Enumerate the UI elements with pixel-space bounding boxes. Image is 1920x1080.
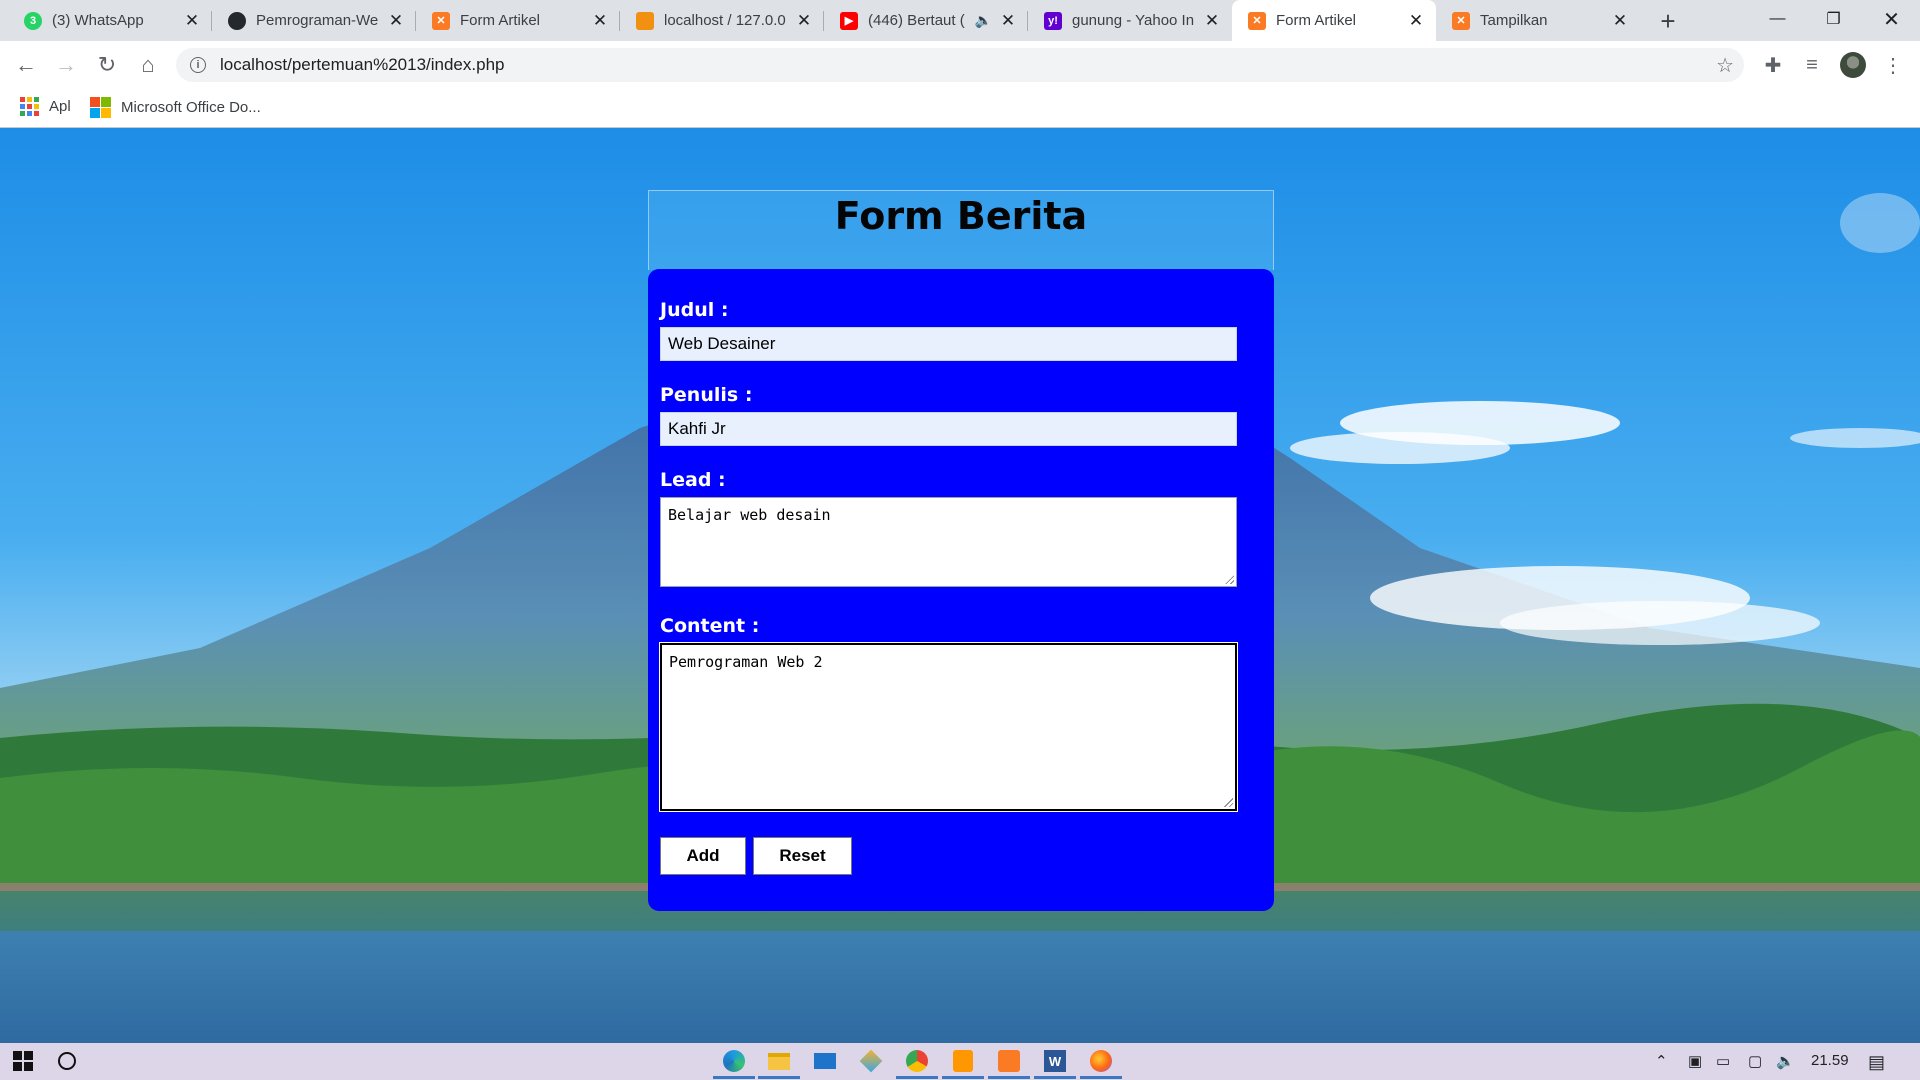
page-viewport: Form Berita Judul : Web Desainer Penulis… <box>0 128 1920 1043</box>
tab-youtube[interactable]: ▶ (446) Bertaut ( 🔈 ✕ <box>824 0 1028 41</box>
avatar-icon <box>1840 52 1866 78</box>
tab-github[interactable]: Pemrograman-We ✕ <box>212 0 416 41</box>
penulis-input[interactable]: Kahfi Jr <box>660 412 1237 446</box>
tab-title: localhost / 127.0.0 <box>664 12 786 29</box>
firefox-icon[interactable] <box>1080 1047 1122 1079</box>
photos-icon[interactable] <box>856 1047 886 1075</box>
browser-tab-strip: 3 (3) WhatsApp ✕ Pemrograman-We ✕ ✕ Form… <box>0 0 1920 41</box>
mail-icon[interactable] <box>810 1047 840 1075</box>
reading-list-icon[interactable]: ≡ <box>1795 48 1829 82</box>
judul-label: Judul : <box>660 299 729 321</box>
tab-title: (446) Bertaut ( <box>868 12 965 29</box>
edge-icon[interactable] <box>713 1047 755 1079</box>
chevron-up-icon[interactable]: ⌃ <box>1655 1052 1668 1070</box>
close-icon[interactable]: ✕ <box>1202 11 1222 31</box>
bookmarks-bar: Apl Microsoft Office Do... <box>0 88 1920 128</box>
microsoft-office-icon <box>90 97 111 118</box>
github-icon <box>228 11 246 30</box>
close-icon[interactable]: ✕ <box>182 11 202 31</box>
xampp-icon: ✕ <box>1452 11 1470 30</box>
network-icon[interactable]: ▢ <box>1748 1052 1762 1070</box>
lead-label: Lead : <box>660 469 726 491</box>
resize-handle-icon[interactable] <box>1223 797 1233 807</box>
tab-yahoo[interactable]: y! gunung - Yahoo In ✕ <box>1028 0 1232 41</box>
judul-input[interactable]: Web Desainer <box>660 327 1237 361</box>
address-url: localhost/pertemuan%2013/index.php <box>220 55 505 74</box>
tab-phpmyadmin[interactable]: localhost / 127.0.0 ✕ <box>620 0 824 41</box>
page-title: Form Berita <box>834 194 1088 238</box>
tab-title: Form Artikel <box>1276 12 1357 29</box>
close-icon[interactable]: ✕ <box>998 11 1018 31</box>
xampp-icon: ✕ <box>432 11 450 30</box>
tab-title: (3) WhatsApp <box>52 12 144 29</box>
content-text: Pemrograman Web 2 <box>669 653 823 671</box>
yahoo-icon: y! <box>1044 11 1062 30</box>
content-textarea[interactable]: Pemrograman Web 2 <box>659 642 1238 812</box>
tab-title: Form Artikel <box>460 12 541 29</box>
battery-icon[interactable]: ▭ <box>1716 1052 1730 1070</box>
close-icon[interactable]: ✕ <box>590 11 610 31</box>
close-icon[interactable]: ✕ <box>386 11 406 31</box>
close-icon[interactable]: ✕ <box>794 11 814 31</box>
site-info-icon[interactable]: i <box>190 57 206 73</box>
clock[interactable]: 21.59 <box>1811 1052 1849 1069</box>
extensions-icon[interactable]: ✚ <box>1756 48 1790 82</box>
file-explorer-icon[interactable] <box>758 1047 800 1079</box>
tab-tampilkan[interactable]: ✕ Tampilkan ✕ <box>1436 0 1640 41</box>
windows-taskbar: W ⌃ ▣ ▭ ▢ 🔈 21.59 ▤ <box>0 1043 1920 1080</box>
bookmark-star-icon[interactable]: ☆ <box>1716 53 1734 78</box>
home-icon[interactable]: ⌂ <box>131 48 165 82</box>
restore-icon[interactable]: ❐ <box>1806 0 1861 38</box>
reset-button[interactable]: Reset <box>753 837 852 875</box>
add-button[interactable]: Add <box>660 837 746 875</box>
speaker-icon[interactable]: 🔈 <box>975 12 992 29</box>
xampp-icon[interactable] <box>988 1047 1030 1079</box>
chrome-icon[interactable] <box>896 1047 938 1079</box>
close-window-icon[interactable]: ✕ <box>1864 0 1919 38</box>
tab-title: Tampilkan <box>1480 12 1548 29</box>
berita-form: Judul : Web Desainer Penulis : Kahfi Jr … <box>648 269 1274 911</box>
tab-form-artikel[interactable]: ✕ Form Artikel ✕ <box>416 0 620 41</box>
new-tab-button[interactable]: + <box>1653 6 1683 36</box>
forward-icon[interactable]: → <box>49 48 83 82</box>
volume-icon[interactable]: 🔈 <box>1776 1052 1795 1070</box>
tab-title: Pemrograman-We <box>256 12 379 29</box>
bookmark-apl[interactable]: Apl <box>20 97 71 116</box>
lead-textarea[interactable]: Belajar web desain <box>660 497 1237 587</box>
bookmark-label: Microsoft Office Do... <box>121 99 261 116</box>
back-icon[interactable]: ← <box>9 48 43 82</box>
windows-start-icon[interactable] <box>8 1047 38 1075</box>
penulis-label: Penulis : <box>660 384 753 406</box>
minimize-icon[interactable]: — <box>1750 0 1805 38</box>
address-bar[interactable]: i localhost/pertemuan%2013/index.php ☆ <box>176 48 1744 82</box>
close-icon[interactable]: ✕ <box>1406 11 1426 31</box>
content-label: Content : <box>660 615 760 637</box>
profile-avatar[interactable] <box>1836 48 1870 82</box>
close-icon[interactable]: ✕ <box>1610 11 1630 31</box>
xampp-icon: ✕ <box>1248 11 1266 30</box>
reload-icon[interactable]: ↻ <box>90 48 124 82</box>
whatsapp-icon: 3 <box>24 11 42 30</box>
tab-whatsapp[interactable]: 3 (3) WhatsApp ✕ <box>8 0 212 41</box>
tab-title: gunung - Yahoo In <box>1072 12 1195 29</box>
apps-grid-icon <box>20 97 39 116</box>
menu-kebab-icon[interactable]: ⋮ <box>1876 48 1910 82</box>
lead-text: Belajar web desain <box>668 506 831 524</box>
browser-toolbar: ← → ↻ ⌂ i localhost/pertemuan%2013/index… <box>0 41 1920 88</box>
phpmyadmin-icon <box>636 11 654 30</box>
youtube-icon: ▶ <box>840 11 858 30</box>
meet-now-icon[interactable]: ▣ <box>1688 1052 1702 1070</box>
tab-form-artikel-active[interactable]: ✕ Form Artikel ✕ <box>1232 0 1436 41</box>
bookmark-label: Apl <box>49 98 71 115</box>
word-icon[interactable]: W <box>1034 1047 1076 1079</box>
notifications-icon[interactable]: ▤ <box>1868 1052 1885 1073</box>
sublime-text-icon[interactable] <box>942 1047 984 1079</box>
search-circle-icon[interactable] <box>52 1047 82 1075</box>
resize-handle-icon[interactable] <box>1224 574 1234 584</box>
bookmark-microsoft-office[interactable]: Microsoft Office Do... <box>90 97 261 118</box>
